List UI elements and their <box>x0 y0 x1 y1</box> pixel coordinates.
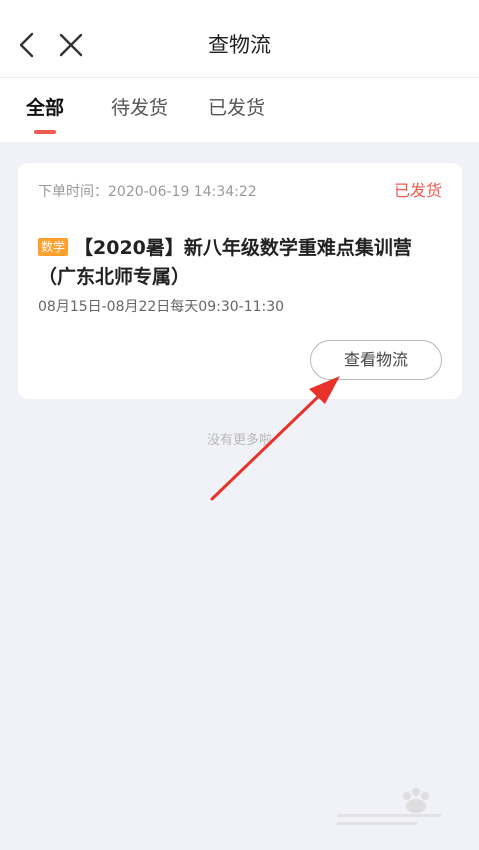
order-time-label: 下单时间： <box>38 184 108 200</box>
order-time: 下单时间：2020-06-19 14:34:22 <box>38 182 257 202</box>
page-title: 查物流 <box>208 33 271 57</box>
tab-active-indicator <box>34 130 56 134</box>
course-title[interactable]: 数学 【2020暑】新八年级数学重难点集训营（广东北师专属） <box>38 234 448 292</box>
status-badge: 已发货 <box>393 181 442 200</box>
list-end-text: 没有更多啦 <box>206 433 272 448</box>
tab-bar: 全部 待发货 已发货 <box>0 78 479 142</box>
tab-pending-shipment[interactable]: 待发货 <box>111 94 168 122</box>
tab-shipped[interactable]: 已发货 <box>208 94 265 122</box>
subject-tag: 数学 <box>38 238 69 256</box>
tab-all[interactable]: 全部 <box>26 94 64 122</box>
order-time-value: 2020-06-19 14:34:22 <box>108 184 257 200</box>
order-card: 下单时间：2020-06-19 14:34:22 已发货 数学 【2020暑】新八… <box>18 163 462 399</box>
header-bar: 查物流 <box>0 0 479 78</box>
course-title-text: 【2020暑】新八年级数学重难点集训营（广东北师专属） <box>38 237 412 288</box>
view-logistics-button[interactable]: 查看物流 <box>310 340 442 380</box>
course-schedule: 08月15日-08月22日每天09:30-11:30 <box>38 299 285 315</box>
watermark-logo-icon <box>337 788 441 825</box>
